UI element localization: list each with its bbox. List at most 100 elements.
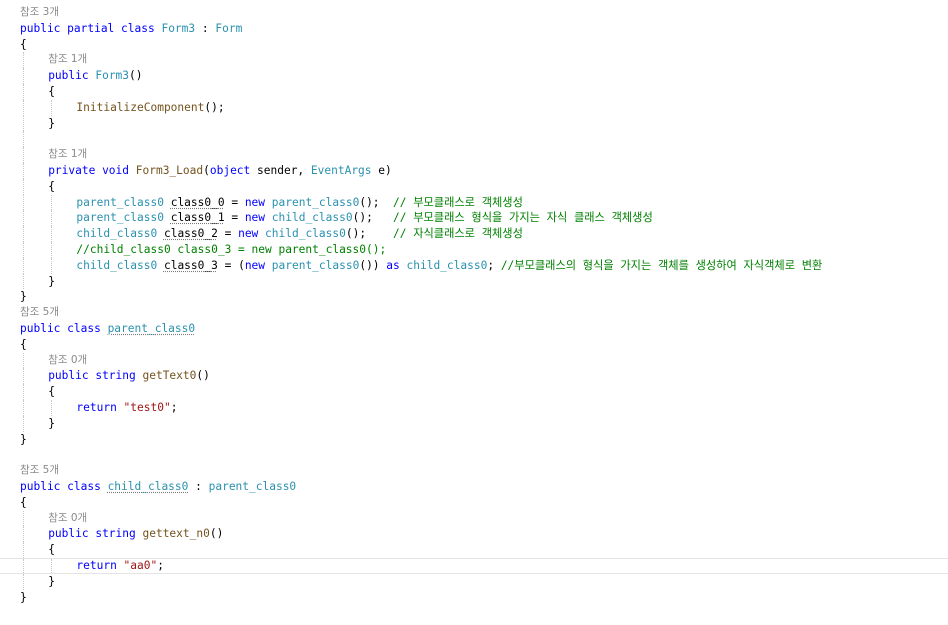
code-token: ; bbox=[487, 258, 501, 272]
codelens-reference-count[interactable]: 참조 5개 bbox=[20, 463, 59, 479]
code-line[interactable]: 참조 0개 bbox=[0, 510, 948, 527]
code-line[interactable]: { bbox=[0, 83, 948, 100]
code-line[interactable]: public string getText0() bbox=[0, 368, 948, 385]
code-method-name: gettext_n0 bbox=[142, 527, 210, 541]
code-token: : bbox=[188, 479, 209, 493]
code-line[interactable]: { bbox=[0, 178, 948, 195]
code-comment: // 부모클래스 형식을 가지는 자식 클래스 객체생성 bbox=[393, 211, 653, 225]
code-token: { bbox=[48, 543, 55, 557]
code-keyword: new bbox=[244, 211, 272, 225]
code-line[interactable]: InitializeComponent (); bbox=[0, 99, 948, 116]
indent-guide bbox=[23, 368, 24, 385]
indent-guide bbox=[23, 558, 24, 574]
codelens-reference-count[interactable]: 참조 0개 bbox=[48, 353, 87, 369]
code-keyword: new bbox=[244, 195, 272, 209]
indent-guide bbox=[23, 210, 24, 227]
code-token: (); bbox=[204, 100, 225, 114]
code-line[interactable]: { bbox=[0, 37, 948, 53]
code-line[interactable]: 참조 5개 bbox=[0, 463, 948, 479]
code-token: sender, bbox=[250, 163, 311, 177]
indent-guide bbox=[51, 210, 53, 227]
code-token: class0_0 bbox=[170, 195, 225, 209]
indent-guide bbox=[23, 99, 24, 116]
code-line[interactable]: parent_class0 class0_1 = new child_class… bbox=[0, 210, 948, 227]
code-line[interactable]: 참조 1개 bbox=[0, 52, 948, 69]
code-line[interactable]: 참조 1개 bbox=[0, 147, 948, 163]
code-token: (); bbox=[359, 195, 394, 209]
code-type-name: parent_class0 bbox=[271, 195, 360, 209]
code-token: (); bbox=[345, 227, 394, 241]
code-type-name: parent_class0 bbox=[107, 321, 196, 335]
indent-guide bbox=[51, 226, 53, 242]
code-line[interactable]: 참조 5개 bbox=[0, 305, 948, 321]
code-token: { bbox=[48, 179, 55, 193]
indent-guide bbox=[23, 384, 24, 400]
code-token: (); bbox=[352, 211, 394, 225]
code-line[interactable]: public Form3() bbox=[0, 68, 948, 84]
codelens-reference-count[interactable]: 참조 0개 bbox=[48, 511, 87, 527]
code-type-name: Form bbox=[215, 21, 243, 35]
code-token: } bbox=[48, 575, 55, 589]
code-line[interactable] bbox=[0, 447, 948, 463]
codelens-reference-count[interactable]: 참조 5개 bbox=[20, 305, 59, 321]
code-token: = bbox=[224, 211, 245, 225]
indent-guide bbox=[23, 510, 24, 527]
codelens-reference-count[interactable]: 참조 3개 bbox=[20, 5, 59, 21]
indent-guide bbox=[23, 68, 24, 84]
code-line[interactable]: { bbox=[0, 495, 948, 511]
code-line[interactable]: public string gettext_n0() bbox=[0, 526, 948, 543]
indent-guide bbox=[51, 99, 53, 116]
code-type-name: parent_class0 bbox=[208, 479, 297, 493]
code-line[interactable]: } bbox=[0, 415, 948, 432]
indent-guide bbox=[23, 352, 24, 369]
code-token: } bbox=[20, 432, 27, 446]
code-line[interactable]: { bbox=[0, 384, 948, 400]
indent-guide bbox=[51, 194, 53, 211]
code-token: = bbox=[224, 195, 245, 209]
code-line[interactable]: } bbox=[0, 115, 948, 132]
code-keyword: new bbox=[244, 258, 272, 272]
indent-guide bbox=[23, 83, 24, 100]
code-line[interactable]: public partial class Form3 : Form bbox=[0, 21, 948, 37]
code-keyword: private void bbox=[48, 163, 136, 177]
indent-guide bbox=[23, 226, 24, 242]
code-comment: //부모클래스의 형식을 가지는 객체를 생성하여 자식객체로 변환 bbox=[500, 258, 823, 272]
indent-guide bbox=[23, 574, 24, 590]
codelens-reference-count[interactable]: 참조 1개 bbox=[48, 52, 87, 68]
indent-guide bbox=[51, 257, 53, 274]
indent-guide bbox=[23, 115, 24, 132]
code-line[interactable]: return "test0"; bbox=[0, 399, 948, 416]
code-line[interactable]: } bbox=[0, 273, 948, 290]
code-type-name: child_class0 bbox=[107, 479, 189, 493]
code-line[interactable]: } bbox=[0, 590, 948, 606]
code-line[interactable]: parent_class0 class0_0 = new parent_clas… bbox=[0, 194, 948, 211]
code-line[interactable]: } bbox=[0, 574, 948, 590]
code-line[interactable]: public class child_class0 : parent_class… bbox=[0, 479, 948, 495]
indent-guide bbox=[23, 52, 24, 69]
code-type-name: child_class0 bbox=[265, 227, 346, 241]
code-keyword: as bbox=[386, 258, 407, 272]
code-line-current[interactable]: return "aa0"; bbox=[0, 557, 948, 575]
code-comment: // 자식클래스로 객체생성 bbox=[393, 227, 523, 241]
code-line[interactable]: public class parent_class0 bbox=[0, 321, 948, 337]
code-editor[interactable]: 참조 3개 public partial class Form3 : Form{참… bbox=[0, 5, 948, 606]
code-token: } bbox=[20, 590, 27, 604]
code-method-name: Form3_Load bbox=[135, 163, 204, 177]
code-line[interactable]: 참조 0개 bbox=[0, 352, 948, 369]
indent-guide bbox=[23, 257, 24, 274]
code-line[interactable]: { bbox=[0, 337, 948, 353]
codelens-reference-count[interactable]: 참조 1개 bbox=[48, 147, 87, 163]
code-token: { bbox=[48, 385, 55, 399]
code-line[interactable]: private void Form3_Load(object sender, E… bbox=[0, 162, 948, 179]
code-line[interactable]: } bbox=[0, 432, 948, 448]
code-line[interactable]: //child_class0 class0_3 = new parent_cla… bbox=[0, 241, 948, 258]
code-line[interactable]: child_class0 class0_2 = new child_class0… bbox=[0, 226, 948, 242]
code-token: () bbox=[196, 369, 210, 383]
code-line[interactable] bbox=[0, 131, 948, 148]
code-line[interactable]: { bbox=[0, 542, 948, 558]
code-line[interactable]: } bbox=[0, 289, 948, 305]
code-line[interactable]: child_class0 class0_3 = (new parent_clas… bbox=[0, 257, 948, 274]
code-token: class0_3 bbox=[163, 258, 218, 272]
code-keyword: return bbox=[76, 400, 124, 414]
code-line[interactable]: 참조 3개 bbox=[0, 5, 948, 21]
